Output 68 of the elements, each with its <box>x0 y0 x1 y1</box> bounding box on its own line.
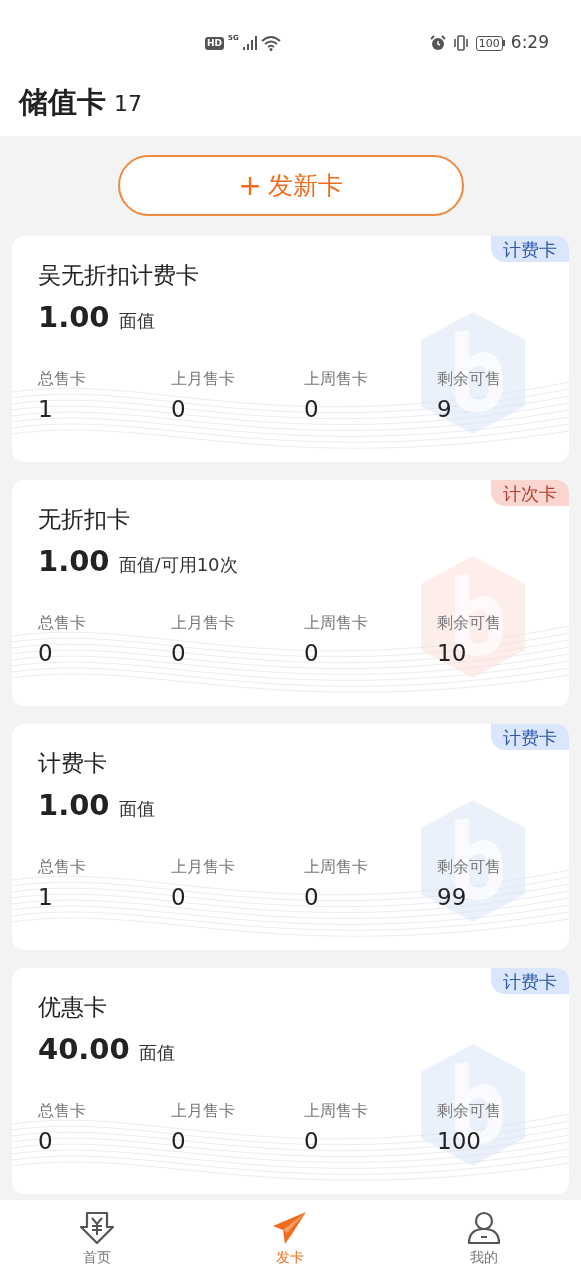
card-type-tag: 计费卡 <box>491 968 569 994</box>
stat-value: 0 <box>171 1126 187 1156</box>
battery-indicator: 100 <box>475 35 505 51</box>
stat-value: 0 <box>304 394 320 424</box>
card-name: 无折扣卡 <box>38 505 131 534</box>
stat-value: 0 <box>38 1126 54 1156</box>
card-value: 40.00 <box>38 1031 130 1068</box>
stat-label: 总售卡 <box>38 855 87 878</box>
new-card-label: 发新卡 <box>267 169 343 202</box>
stat-label: 剩余可售 <box>437 611 502 634</box>
card-value-unit: 面值 <box>138 1041 175 1065</box>
stat-label: 上月售卡 <box>171 855 236 878</box>
card-value: 1.00 <box>38 299 110 336</box>
stat-label: 上周售卡 <box>304 855 369 878</box>
stat-value: 100 <box>437 1126 482 1156</box>
stat-value: 9 <box>437 394 453 424</box>
card-type-tag: 计费卡 <box>491 724 569 750</box>
paper-plane-icon <box>272 1210 309 1245</box>
card-type-tag: 计次卡 <box>491 480 569 506</box>
card-value-unit: 面值 <box>118 797 155 821</box>
stat-value: 0 <box>304 638 320 668</box>
page-title: 储值卡 <box>19 84 106 122</box>
stat-value: 0 <box>171 638 187 668</box>
card-name: 吴无折扣计费卡 <box>38 261 200 290</box>
stat-label: 上月售卡 <box>171 611 236 634</box>
signal-icon <box>242 36 257 50</box>
stat-value: 0 <box>38 638 54 668</box>
stat-value: 0 <box>304 882 320 912</box>
stat-label: 剩余可售 <box>437 367 502 390</box>
stat-label: 上周售卡 <box>304 1099 369 1122</box>
stat-value: 0 <box>304 1126 320 1156</box>
hd-indicator: HD <box>205 36 224 50</box>
stat-value: 99 <box>437 882 468 912</box>
stored-value-card[interactable]: 计费卡 优惠卡 40.00 面值 总售卡 0 上月售卡 0 上周售卡 0 剩余可售 100 <box>12 968 569 1194</box>
stat-value: 10 <box>437 638 468 668</box>
stat-label: 剩余可售 <box>437 1099 502 1122</box>
stat-value: 1 <box>38 394 54 424</box>
alarm-icon <box>429 35 446 51</box>
yen-arrow-icon <box>78 1210 115 1245</box>
clock-time: 6:29 <box>510 31 549 55</box>
card-value-unit: 面值 <box>118 309 155 333</box>
card-name: 优惠卡 <box>38 993 108 1022</box>
stat-label: 上月售卡 <box>171 367 236 390</box>
vibrate-icon <box>451 35 470 51</box>
card-value: 1.00 <box>38 787 110 824</box>
tab-bar-item[interactable]: 我的 <box>387 1200 581 1278</box>
stored-value-card[interactable]: 计费卡 吴无折扣计费卡 1.00 面值 总售卡 1 上月售卡 0 上周售卡 0 剩余可售 9 <box>12 236 569 462</box>
card-type-tag: 计费卡 <box>491 236 569 262</box>
stored-value-card[interactable]: 计次卡 无折扣卡 1.00 面值/可用10次 总售卡 0 上月售卡 0 上周售卡 0 剩余可售 10 <box>12 480 569 706</box>
card-value-unit: 面值/可用10次 <box>118 553 238 577</box>
tab-bar-item[interactable]: 首页 <box>0 1200 194 1278</box>
stored-value-card[interactable]: 计费卡 计费卡 1.00 面值 总售卡 1 上月售卡 0 上周售卡 0 剩余可售 99 <box>12 724 569 950</box>
card-value: 1.00 <box>38 543 110 580</box>
stat-label: 总售卡 <box>38 367 87 390</box>
plus-icon: + <box>238 171 262 200</box>
stat-label: 上月售卡 <box>171 1099 236 1122</box>
stat-value: 0 <box>171 394 187 424</box>
wifi-icon <box>260 35 281 51</box>
stat-label: 上周售卡 <box>304 367 369 390</box>
stat-value: 1 <box>38 882 54 912</box>
card-name: 计费卡 <box>38 749 108 778</box>
stat-label: 总售卡 <box>38 611 87 634</box>
stat-value: 0 <box>171 882 187 912</box>
stat-label: 上周售卡 <box>304 611 369 634</box>
stat-label: 剩余可售 <box>437 855 502 878</box>
user-icon <box>466 1210 503 1245</box>
stat-label: 总售卡 <box>38 1099 87 1122</box>
card-count: 17 <box>114 89 142 118</box>
